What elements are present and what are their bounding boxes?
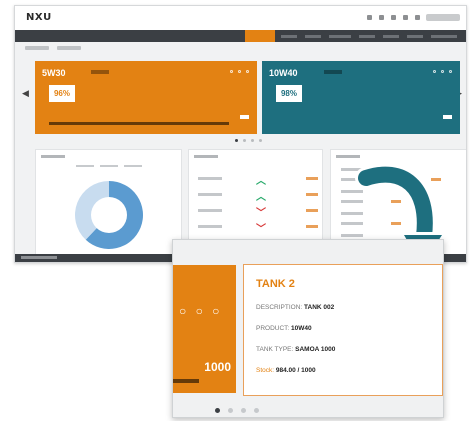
fill-percent: 98% xyxy=(276,85,302,102)
breadcrumb-item[interactable] xyxy=(57,46,81,50)
pager-dot[interactable] xyxy=(254,408,259,413)
pager-dot[interactable] xyxy=(241,408,246,413)
bell-icon[interactable] xyxy=(367,15,372,20)
card-options[interactable] xyxy=(433,70,452,73)
breadcrumb-item[interactable] xyxy=(25,46,49,50)
chart-legend xyxy=(76,165,142,167)
nav-bar xyxy=(15,30,466,42)
card-options[interactable]: ○ ○ ○ xyxy=(179,304,222,318)
pager-dot[interactable] xyxy=(259,139,262,142)
nav-tab[interactable] xyxy=(431,35,457,38)
toolbar-icons xyxy=(367,15,420,20)
level-row: ︿ xyxy=(198,190,318,203)
user-menu[interactable] xyxy=(426,14,460,21)
pager-dot[interactable] xyxy=(215,408,220,413)
settings-icon[interactable] xyxy=(379,15,384,20)
panel-title xyxy=(41,155,65,158)
nav-tab[interactable] xyxy=(305,35,321,38)
tank-product-title: 5W30 xyxy=(42,68,66,78)
carousel-pager xyxy=(215,408,259,413)
arrow-down-icon: ﹀ xyxy=(256,224,266,235)
tank-detail-card[interactable]: TANK 2 DESCRIPTION: TANK 002 PRODUCT: 10… xyxy=(243,264,443,396)
nav-tab[interactable] xyxy=(407,35,423,38)
description-row: DESCRIPTION: TANK 002 xyxy=(256,304,335,311)
product-row: PRODUCT: 10W40 xyxy=(256,325,312,332)
arrow-up-icon: ︿ xyxy=(256,192,266,203)
fill-percent: 96% xyxy=(49,85,75,102)
capacity-label xyxy=(240,115,249,119)
tank-name-label xyxy=(91,70,109,74)
tank-name-label xyxy=(324,70,342,74)
donut-chart xyxy=(75,181,143,249)
fill-level-bar xyxy=(49,122,229,125)
chevron-left-icon[interactable]: ◀ xyxy=(22,88,29,99)
capacity-value: 1000 xyxy=(204,360,231,374)
tank-card-5w30[interactable]: 5W30 96% xyxy=(35,61,257,134)
tank-card-10w40[interactable]: 10W40 98% xyxy=(262,61,460,134)
product-distribution-panel xyxy=(35,149,182,257)
app-logo: NXU xyxy=(26,12,52,23)
grid-icon[interactable] xyxy=(391,15,396,20)
capacity-label xyxy=(443,115,452,119)
level-row: ﹀ xyxy=(198,222,318,235)
fill-level-bar xyxy=(173,379,199,383)
pager-dot[interactable] xyxy=(251,139,254,142)
card-options[interactable] xyxy=(230,70,249,73)
carousel-pager xyxy=(235,139,262,142)
level-row: ︿ xyxy=(198,174,318,187)
nav-tab[interactable] xyxy=(359,35,375,38)
footer-text xyxy=(21,256,57,259)
level-row: ﹀ xyxy=(198,206,318,219)
nav-tab[interactable] xyxy=(281,35,297,38)
breadcrumb xyxy=(25,46,81,50)
nav-tab[interactable] xyxy=(329,35,351,38)
pager-dot[interactable] xyxy=(228,408,233,413)
zoomed-tank-detail: ○ ○ ○ 1000 TANK 2 DESCRIPTION: TANK 002 … xyxy=(172,239,444,418)
panel-title xyxy=(194,155,218,158)
help-icon[interactable] xyxy=(403,15,408,20)
stock-row: Stock: 984.00 / 1000 xyxy=(256,367,316,374)
nav-tab[interactable] xyxy=(383,35,399,38)
tank-title: TANK 2 xyxy=(256,278,295,290)
pager-dot[interactable] xyxy=(243,139,246,142)
pager-dot[interactable] xyxy=(235,139,238,142)
tank-product-title: 10W40 xyxy=(269,68,298,78)
nav-tab-active[interactable] xyxy=(245,30,275,42)
top-bar: NXU xyxy=(15,6,466,30)
tank-type-row: TANK TYPE: SAMOA 1000 xyxy=(256,346,336,353)
tank-card-edge: ○ ○ ○ 1000 xyxy=(173,265,236,393)
user-icon[interactable] xyxy=(415,15,420,20)
arrow-up-icon: ︿ xyxy=(256,176,266,187)
arrow-down-icon: ﹀ xyxy=(256,208,266,219)
